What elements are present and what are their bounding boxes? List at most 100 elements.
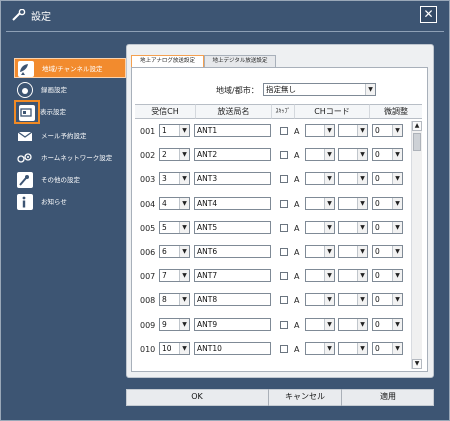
fine-tune-select[interactable]: 0 ▼ (372, 245, 403, 258)
ch-select-value: 7 (162, 271, 167, 280)
sidebar-item-display[interactable]: 表示設定 (36, 102, 126, 122)
station-name-input[interactable]: ANT6 (194, 245, 271, 258)
station-name-input[interactable]: ANT10 (194, 342, 271, 355)
fine-tune-select[interactable]: 0 ▼ (372, 318, 403, 331)
skip-checkbox[interactable] (280, 248, 288, 256)
ch-select-value: 5 (162, 223, 167, 232)
ch-select-value: 4 (162, 199, 167, 208)
chevron-down-icon: ▼ (324, 198, 334, 209)
fine-tune-select[interactable]: 0 ▼ (372, 269, 403, 282)
skip-checkbox[interactable] (280, 224, 288, 232)
skip-checkbox[interactable] (280, 321, 288, 329)
close-button[interactable]: ✕ (420, 6, 437, 23)
sidebar-item-other[interactable]: その他の設定 (14, 170, 126, 190)
skip-checkbox[interactable] (280, 345, 288, 353)
row-number: 001 (140, 127, 156, 136)
ch-code-select-2[interactable]: ▼ (338, 245, 368, 258)
apply-button[interactable]: 適用 (341, 389, 434, 406)
ok-button[interactable]: OK (126, 389, 268, 406)
chevron-down-icon: ▼ (179, 270, 189, 281)
ch-select[interactable]: 4 ▼ (159, 197, 190, 210)
chevron-down-icon: ▼ (392, 125, 402, 136)
region-select[interactable]: 指定無し ▼ (263, 83, 376, 96)
station-name-input[interactable]: ANT3 (194, 172, 271, 185)
sidebar-item-news[interactable]: お知らせ (14, 192, 126, 212)
sidebar-item-home-network[interactable]: ホームネットワーク設定 (14, 148, 126, 168)
ch-select[interactable]: 3 ▼ (159, 172, 190, 185)
ch-code-select-2[interactable]: ▼ (338, 221, 368, 234)
sidebar-item-label: お知らせ (41, 198, 67, 206)
scroll-up-icon[interactable]: ▲ (412, 121, 422, 131)
station-name-input[interactable]: ANT5 (194, 221, 271, 234)
ch-select[interactable]: 9 ▼ (159, 318, 190, 331)
sidebar-item-recording[interactable]: 録画設定 (14, 80, 126, 100)
antenna-label: A (294, 175, 300, 184)
chevron-down-icon: ▼ (324, 246, 334, 257)
table-scrollbar[interactable]: ▲ ▼ (411, 121, 422, 369)
scroll-down-icon[interactable]: ▼ (412, 359, 422, 369)
ch-select[interactable]: 5 ▼ (159, 221, 190, 234)
ch-select[interactable]: 2 ▼ (159, 148, 190, 161)
skip-checkbox[interactable] (280, 272, 288, 280)
sidebar-item-region-channel[interactable]: 地域/チャンネル設定 (14, 58, 126, 78)
cancel-button[interactable]: キャンセル (268, 389, 341, 406)
chevron-down-icon: ▼ (179, 294, 189, 305)
ch-code-select-2[interactable]: ▼ (338, 197, 368, 210)
fine-tune-select[interactable]: 0 ▼ (372, 124, 403, 137)
skip-checkbox[interactable] (280, 200, 288, 208)
ch-code-select-1[interactable]: ▼ (305, 342, 335, 355)
ch-select[interactable]: 6 ▼ (159, 245, 190, 258)
chevron-down-icon: ▼ (357, 149, 367, 160)
ch-code-select-1[interactable]: ▼ (305, 245, 335, 258)
fine-tune-value: 0 (375, 271, 380, 280)
antenna-label: A (294, 200, 300, 209)
ch-select-value: 2 (162, 150, 167, 159)
skip-checkbox[interactable] (280, 151, 288, 159)
ch-code-select-2[interactable]: ▼ (338, 148, 368, 161)
ch-select[interactable]: 10 ▼ (159, 342, 190, 355)
ch-code-select-2[interactable]: ▼ (338, 293, 368, 306)
chevron-down-icon: ▼ (392, 198, 402, 209)
ch-select[interactable]: 7 ▼ (159, 269, 190, 282)
fine-tune-select[interactable]: 0 ▼ (372, 197, 403, 210)
ch-code-select-1[interactable]: ▼ (305, 172, 335, 185)
ch-select[interactable]: 1 ▼ (159, 124, 190, 137)
fine-tune-select[interactable]: 0 ▼ (372, 148, 403, 161)
fine-tune-select[interactable]: 0 ▼ (372, 293, 403, 306)
ch-code-select-2[interactable]: ▼ (338, 172, 368, 185)
skip-checkbox[interactable] (280, 175, 288, 183)
sidebar-item-mail[interactable]: メール予約設定 (14, 126, 126, 146)
scroll-thumb[interactable] (413, 133, 421, 151)
chevron-down-icon: ▼ (357, 343, 367, 354)
chevron-down-icon: ▼ (392, 222, 402, 233)
ch-select[interactable]: 8 ▼ (159, 293, 190, 306)
fine-tune-select[interactable]: 0 ▼ (372, 172, 403, 185)
station-name-input[interactable]: ANT7 (194, 269, 271, 282)
ch-code-select-2[interactable]: ▼ (338, 318, 368, 331)
station-name-input[interactable]: ANT2 (194, 148, 271, 161)
ch-code-select-2[interactable]: ▼ (338, 269, 368, 282)
station-name-input[interactable]: ANT4 (194, 197, 271, 210)
tab-digital[interactable]: 地上デジタル放送設定 (204, 55, 276, 67)
fine-tune-select[interactable]: 0 ▼ (372, 342, 403, 355)
ch-select-value: 1 (162, 126, 167, 135)
ch-code-select-1[interactable]: ▼ (305, 124, 335, 137)
station-name-input[interactable]: ANT1 (194, 124, 271, 137)
chevron-down-icon: ▼ (324, 125, 334, 136)
skip-checkbox[interactable] (280, 296, 288, 304)
fine-tune-select[interactable]: 0 ▼ (372, 221, 403, 234)
ch-code-select-2[interactable]: ▼ (338, 342, 368, 355)
chevron-down-icon: ▼ (357, 246, 367, 257)
ch-code-select-1[interactable]: ▼ (305, 197, 335, 210)
ch-code-select-1[interactable]: ▼ (305, 221, 335, 234)
ch-code-select-1[interactable]: ▼ (305, 318, 335, 331)
station-name-input[interactable]: ANT9 (194, 318, 271, 331)
ch-code-select-1[interactable]: ▼ (305, 148, 335, 161)
ch-select-value: 6 (162, 247, 167, 256)
tab-analog[interactable]: 地上アナログ放送設定 (131, 55, 204, 67)
ch-code-select-1[interactable]: ▼ (305, 269, 335, 282)
ch-code-select-1[interactable]: ▼ (305, 293, 335, 306)
station-name-input[interactable]: ANT8 (194, 293, 271, 306)
skip-checkbox[interactable] (280, 127, 288, 135)
ch-code-select-2[interactable]: ▼ (338, 124, 368, 137)
